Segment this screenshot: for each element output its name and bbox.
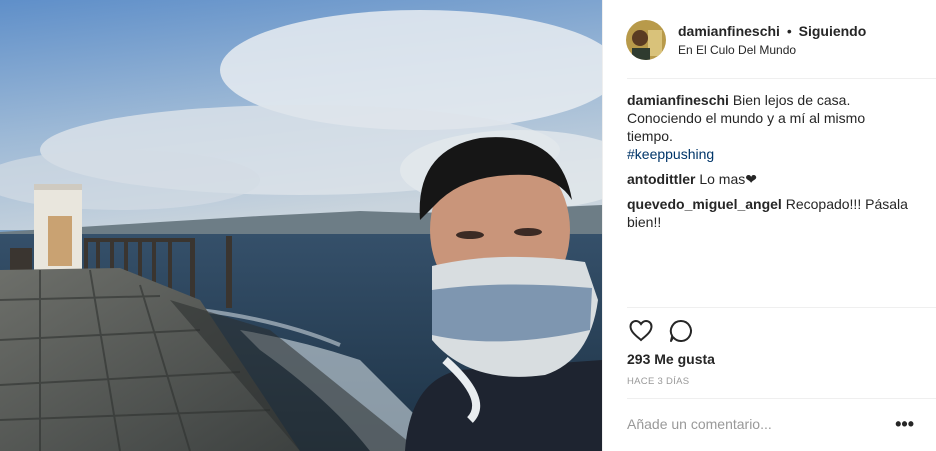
comment-bubble-icon	[669, 319, 692, 342]
comment-text: Lo mas❤	[699, 171, 757, 187]
instagram-post: damianfineschi • Siguiendo En El Culo De…	[0, 0, 936, 451]
post-actions	[627, 317, 707, 345]
caption: damianfineschi Bien lejos de casa. Conoc…	[627, 91, 917, 163]
caption-line-2: Conociendo el mundo y a mí al mismo	[627, 110, 866, 126]
avatar[interactable]	[626, 19, 666, 60]
hashtag-link[interactable]: #keeppushing	[627, 145, 917, 163]
comments-list: damianfineschi Bien lejos de casa. Conoc…	[627, 91, 917, 238]
header-divider	[627, 78, 936, 79]
comment-item: quevedo_miguel_angel Recopado!!! Pásala …	[627, 195, 917, 231]
post-timestamp[interactable]: HACE 3 DÍAS	[627, 376, 689, 387]
caption-username[interactable]: damianfineschi	[627, 92, 729, 108]
following-button[interactable]: Siguiendo	[799, 23, 867, 39]
location-link[interactable]: En El Culo Del Mundo	[678, 42, 866, 58]
likes-count[interactable]: 293 Me gusta	[627, 351, 715, 367]
like-button[interactable]	[627, 317, 655, 345]
post-sidebar: damianfineschi • Siguiendo En El Culo De…	[602, 0, 936, 451]
header-separator: •	[786, 23, 792, 39]
header-username[interactable]: damianfineschi	[678, 23, 780, 39]
comment-username[interactable]: antodittler	[627, 171, 695, 187]
avatar-image	[626, 19, 666, 60]
more-options-button[interactable]: •••	[895, 415, 914, 433]
add-comment-input[interactable]	[627, 410, 877, 438]
actions-divider	[627, 307, 936, 308]
comment-username[interactable]: quevedo_miguel_angel	[627, 196, 782, 212]
comment-divider	[627, 398, 936, 399]
post-header: damianfineschi • Siguiendo En El Culo De…	[603, 0, 936, 79]
header-text: damianfineschi • Siguiendo En El Culo De…	[678, 22, 866, 58]
caption-line-3: tiempo.	[627, 128, 673, 144]
comment-button[interactable]	[667, 317, 695, 345]
heart-icon	[629, 319, 653, 342]
post-photo[interactable]	[0, 0, 602, 451]
header-line: damianfineschi • Siguiendo	[678, 22, 866, 40]
comment-item: antodittler Lo mas❤	[627, 170, 917, 188]
caption-line-1: Bien lejos de casa.	[732, 92, 851, 108]
selfie-by-the-sea-image	[0, 0, 602, 451]
